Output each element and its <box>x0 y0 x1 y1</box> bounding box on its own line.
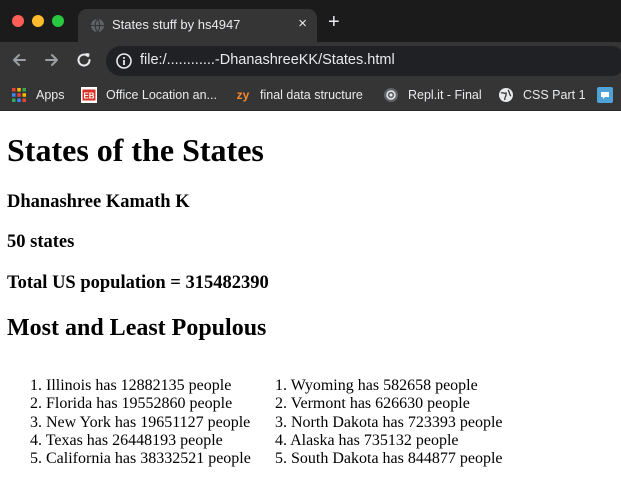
list-item: 5. California has 38332521 people <box>30 450 251 468</box>
browser-chrome: States stuff by hs4947 × + file:/.......… <box>0 0 621 111</box>
bookmarks-bar: Apps EB Office Location an... zy final d… <box>0 79 621 111</box>
toolbar: file:/............-DhanashreeKK/States.h… <box>0 42 621 79</box>
list-item: 2. Florida has 19552860 people <box>30 395 233 413</box>
bookmark-final-data-structure[interactable]: zy final data structure <box>235 85 363 105</box>
zy-logo-icon: zy <box>237 88 250 102</box>
list-item: 4. Texas has 26448193 people <box>30 431 223 449</box>
back-arrow-icon[interactable] <box>10 51 28 69</box>
total-population: Total US population = 315482390 <box>7 273 269 293</box>
bookmark-office-location[interactable]: EB Office Location an... <box>81 85 217 105</box>
bookmark-label: Office Location an... <box>106 88 217 102</box>
tab-strip: States stuff by hs4947 × + <box>0 0 621 42</box>
bookmark-label: CSS Part 1 <box>523 88 586 102</box>
eb-logo-icon: EB <box>81 87 97 103</box>
reload-icon[interactable] <box>75 51 93 69</box>
bookmark-label: Repl.it - Final <box>408 88 482 102</box>
tab-title: States stuff by hs4947 <box>112 17 241 32</box>
state-count: 50 states <box>7 232 75 252</box>
author-name: Dhanashree Kamath K <box>7 192 190 212</box>
new-tab-button[interactable]: + <box>328 12 340 32</box>
info-icon[interactable] <box>116 53 132 69</box>
globe-icon <box>90 18 105 33</box>
list-item: 5. South Dakota has 844877 people <box>275 450 503 468</box>
bookmark-css-part-1[interactable]: CSS Part 1 <box>498 85 586 105</box>
list-item: 3. New York has 19651127 people <box>30 413 251 431</box>
list-item: 1. Wyoming has 582658 people <box>275 377 478 394</box>
bookmark-overflow[interactable] <box>597 85 621 105</box>
zoom-window-button[interactable] <box>52 15 64 27</box>
most-populous-list: 1. Illinois has 12882135 people 2. Flori… <box>30 377 251 468</box>
bookmark-apps[interactable]: Apps <box>11 85 65 105</box>
globe-icon <box>499 88 513 102</box>
list-item: 2. Vermont has 626630 people <box>275 395 470 413</box>
minimize-window-button[interactable] <box>32 15 44 27</box>
apps-grid-icon <box>12 88 26 102</box>
tab-close-icon[interactable]: × <box>298 15 307 32</box>
svg-text:EB: EB <box>83 92 94 101</box>
bookmark-label: final data structure <box>260 88 363 102</box>
bookmark-replit-final[interactable]: Repl.it - Final <box>383 85 482 105</box>
close-window-button[interactable] <box>12 15 24 27</box>
forward-arrow-icon[interactable] <box>43 51 61 69</box>
tab-active[interactable]: States stuff by hs4947 × <box>78 9 317 42</box>
list-item: 1. Illinois has 12882135 people <box>30 377 232 394</box>
section-heading: Most and Least Populous <box>7 315 267 341</box>
replit-logo-icon <box>384 88 398 102</box>
svg-text:zy: zy <box>237 88 250 102</box>
bookmark-label: Apps <box>36 88 65 102</box>
list-item: 3. North Dakota has 723393 people <box>275 413 503 431</box>
bookmark-favicon-icon <box>597 87 613 103</box>
least-populous-list: 1. Wyoming has 582658 people 2. Vermont … <box>275 377 503 468</box>
address-bar[interactable]: file:/............-DhanashreeKK/States.h… <box>106 46 621 76</box>
page-content: States of the States Dhanashree Kamath K… <box>0 111 621 502</box>
address-url: file:/............-DhanashreeKK/States.h… <box>140 52 395 68</box>
page-title: States of the States <box>7 132 264 168</box>
list-item: 4. Alaska has 735132 people <box>275 431 459 449</box>
